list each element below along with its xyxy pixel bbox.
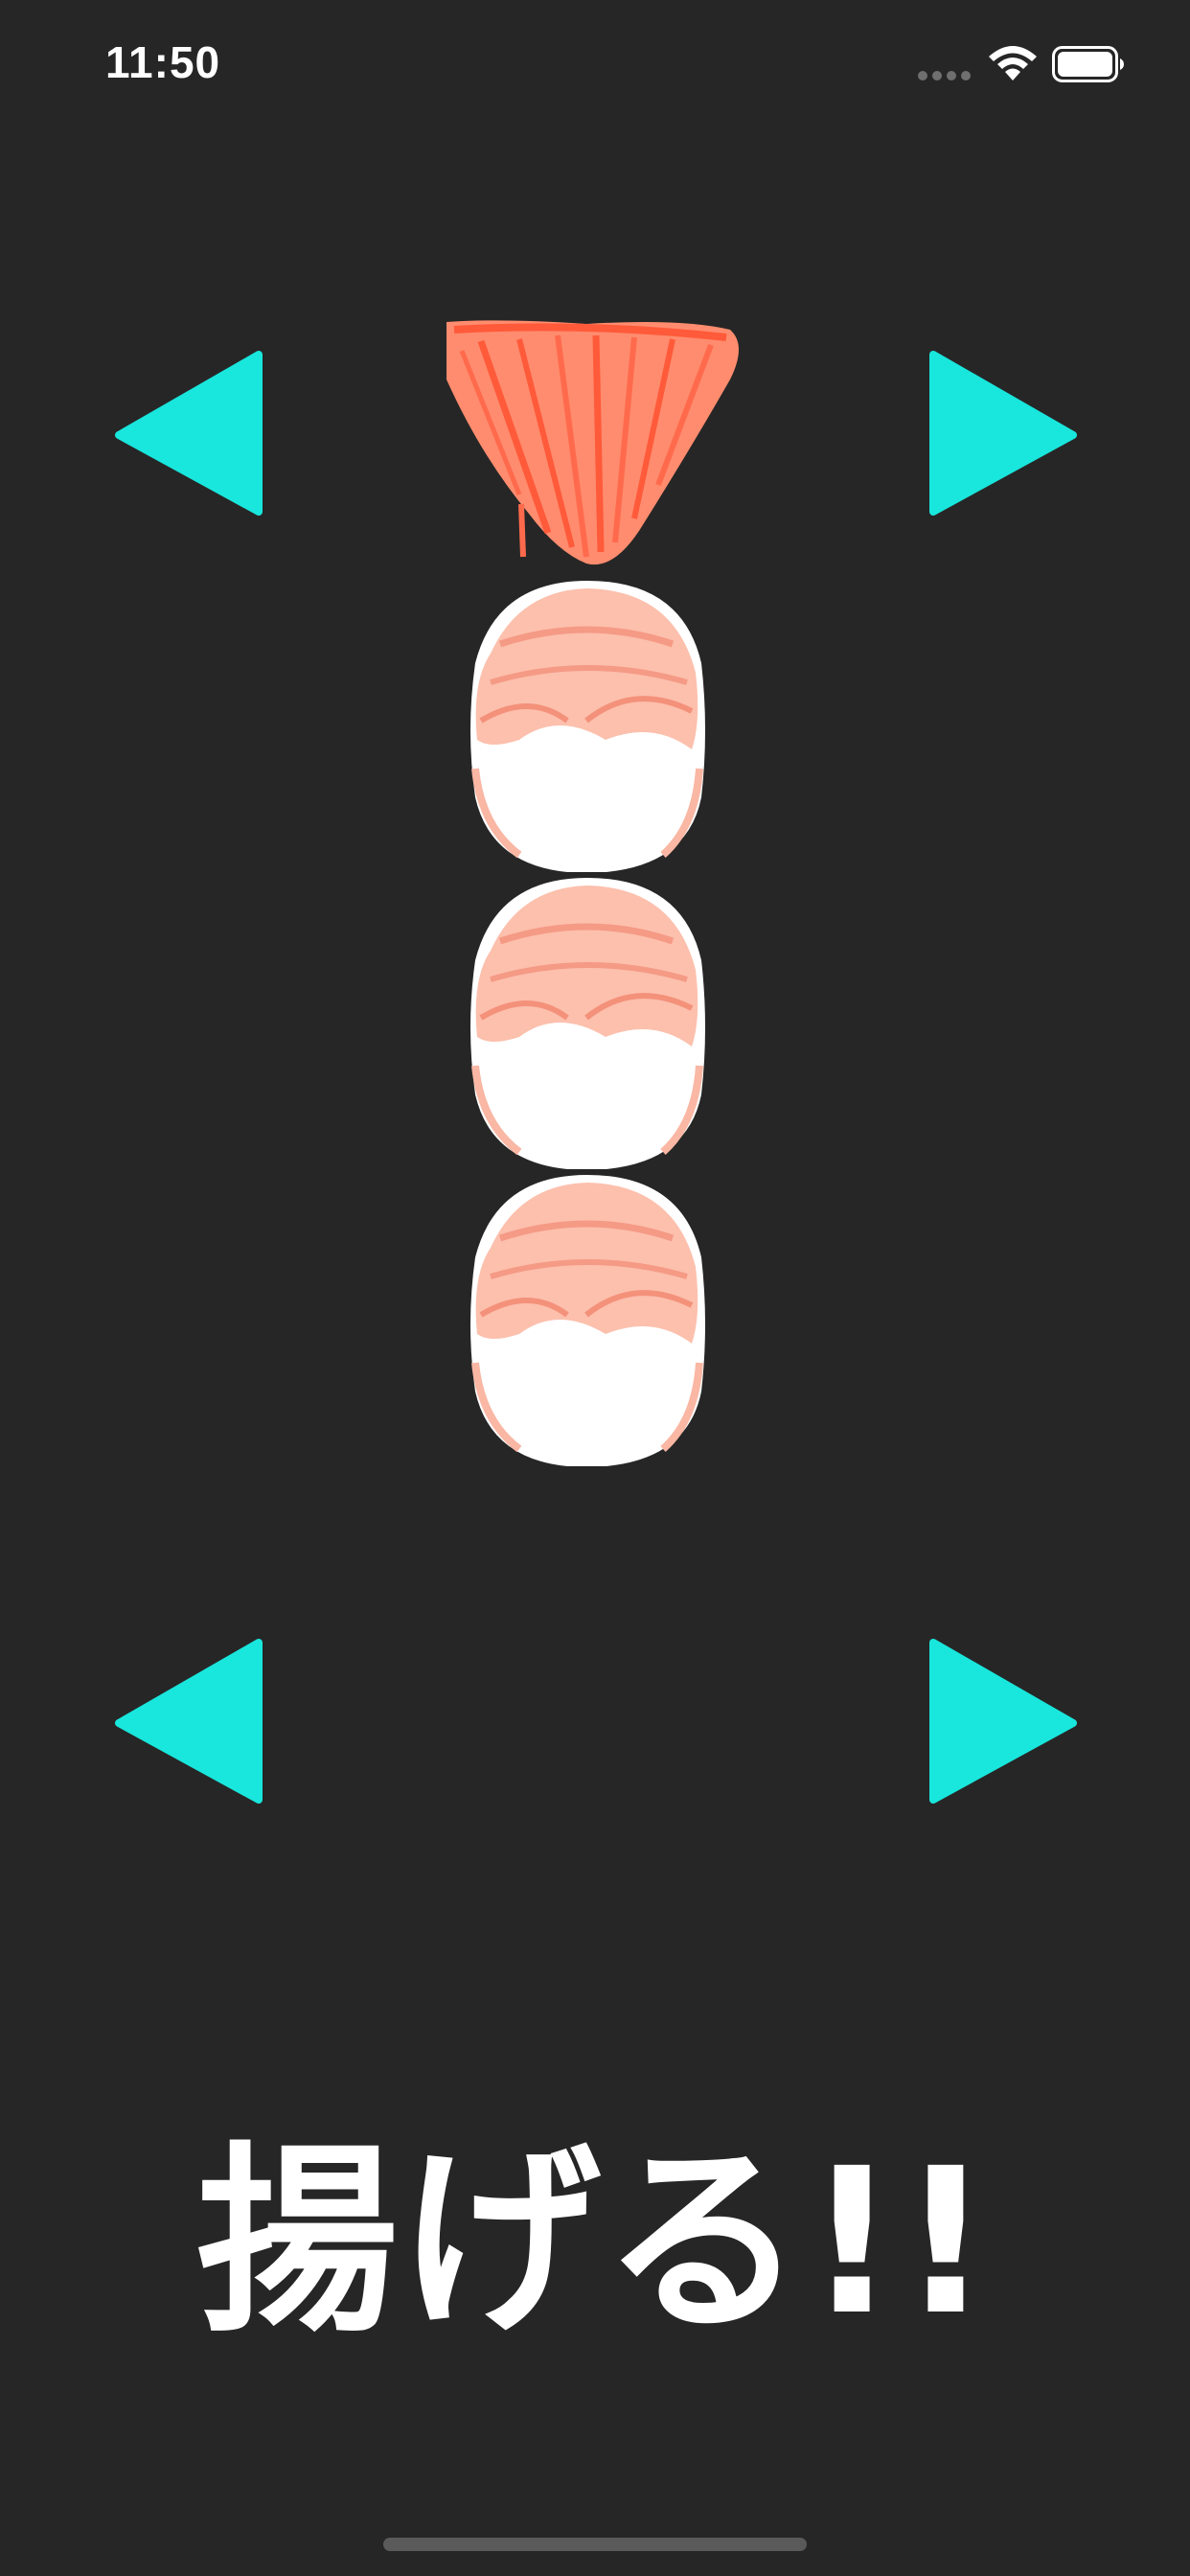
shrimp-segment-icon: [470, 581, 705, 872]
right-arrow-icon: [929, 351, 1077, 516]
right-arrow-button-top[interactable]: [926, 347, 1079, 519]
shrimp-segment-icon: [470, 878, 705, 1169]
battery-icon: [1052, 46, 1125, 82]
home-indicator[interactable]: [383, 2538, 807, 2551]
shrimp-tail-icon: [446, 320, 739, 565]
right-arrow-button-bottom[interactable]: [926, 1635, 1079, 1807]
shrimp-segment-icon: [470, 1175, 705, 1466]
left-arrow-icon: [115, 1639, 263, 1804]
status-bar: 11:50: [0, 0, 1190, 134]
status-time: 11:50: [105, 37, 221, 87]
left-arrow-button-bottom[interactable]: [113, 1635, 266, 1807]
left-arrow-icon: [115, 351, 263, 516]
right-arrow-icon: [929, 1639, 1077, 1804]
cellular-signal-icon: [918, 71, 972, 80]
wifi-icon: [985, 44, 1041, 82]
fry-button[interactable]: 揚げる!!: [0, 2118, 1190, 2367]
shrimp-stack: [443, 312, 749, 1472]
left-arrow-button-top[interactable]: [113, 347, 266, 519]
